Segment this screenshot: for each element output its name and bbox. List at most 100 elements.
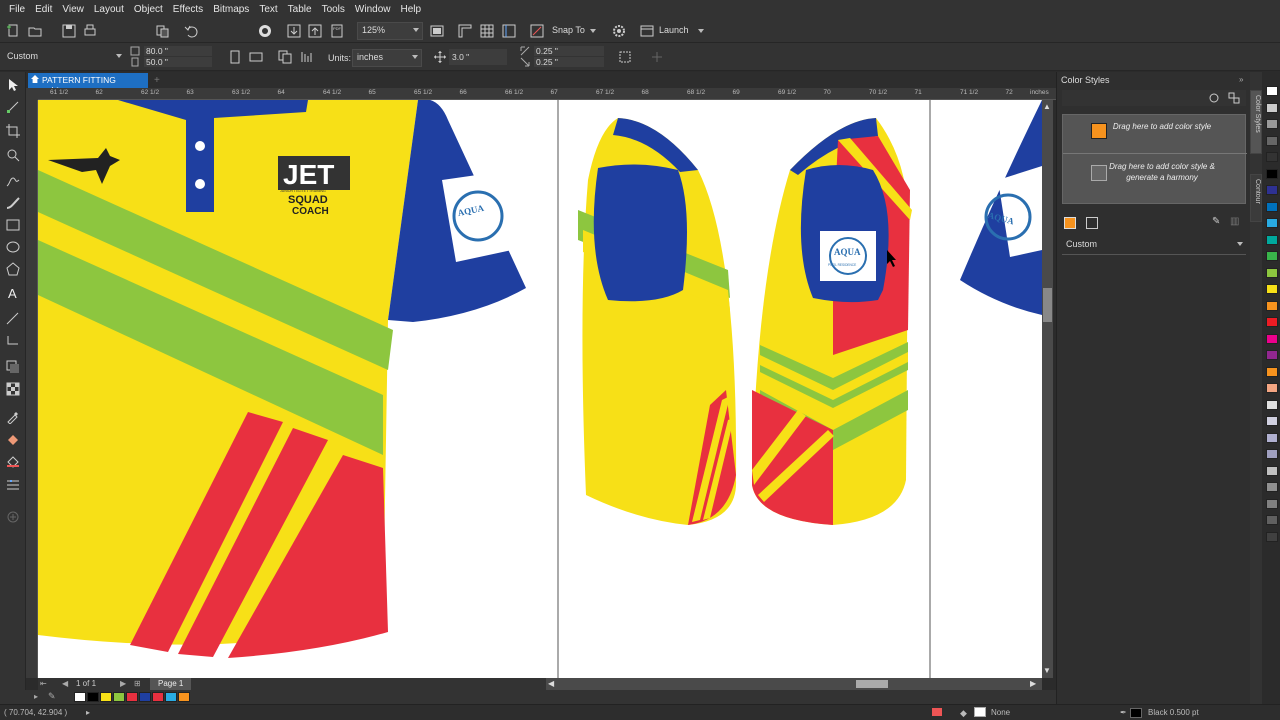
palette-swatch[interactable]	[100, 692, 112, 702]
palette-swatch[interactable]	[1266, 383, 1278, 393]
horizontal-scrollbar[interactable]: ◀ ▶	[546, 678, 1042, 690]
zoom-tool-icon[interactable]	[6, 148, 20, 162]
palette-swatch[interactable]	[1266, 515, 1278, 525]
vertical-scrollbar[interactable]: ▲ ▼	[1042, 100, 1053, 678]
undo-icon[interactable]	[184, 24, 198, 38]
palette-swatch[interactable]	[165, 692, 177, 702]
palette-swatch[interactable]	[1266, 350, 1278, 360]
menu-table[interactable]: Table	[288, 4, 312, 15]
landscape-icon[interactable]	[249, 50, 263, 64]
corel-connect-icon[interactable]	[258, 24, 272, 38]
units-dropdown[interactable]: inches	[352, 49, 422, 67]
menu-layout[interactable]: Layout	[94, 4, 124, 15]
parallel-dimension-icon[interactable]	[6, 312, 20, 326]
ruler-origin[interactable]	[26, 88, 38, 100]
open-icon[interactable]	[28, 24, 42, 38]
show-guidelines-icon[interactable]	[502, 24, 516, 38]
apply-color-icon[interactable]	[1064, 217, 1076, 229]
export-icon[interactable]	[308, 24, 322, 38]
chevron-down-icon[interactable]	[590, 29, 596, 33]
shirt-sleeve-partial[interactable]	[960, 100, 1042, 315]
eyedropper-icon[interactable]: ✎	[48, 691, 56, 702]
palette-swatch[interactable]	[74, 692, 86, 702]
first-page-icon[interactable]: ⇤	[40, 679, 47, 688]
shape-tool-icon[interactable]	[6, 100, 20, 114]
freehand-tool-icon[interactable]	[6, 174, 20, 188]
scroll-up-icon[interactable]: ▲	[1043, 102, 1051, 111]
next-page-icon[interactable]: ▶	[120, 679, 126, 688]
palette-swatch[interactable]	[1266, 432, 1278, 443]
pick-tool-icon[interactable]	[6, 78, 20, 92]
current-page-icon[interactable]	[300, 50, 314, 64]
palette-swatch[interactable]	[1266, 531, 1278, 542]
palette-swatch[interactable]	[1266, 366, 1278, 377]
menu-edit[interactable]: Edit	[35, 4, 52, 15]
artwork[interactable]: JET JUNIOR • ELITE • TRAINING SQUAD COAC…	[38, 100, 1042, 678]
palette-swatch[interactable]	[1266, 449, 1278, 459]
palette-swatch[interactable]	[1266, 465, 1278, 476]
launch-dropdown[interactable]: Launch	[659, 25, 689, 35]
tab-contour[interactable]: Contour	[1250, 174, 1262, 222]
menu-text[interactable]: Text	[259, 4, 277, 15]
page-1-tab[interactable]: Page 1	[150, 678, 192, 690]
interactive-fill-icon[interactable]	[6, 432, 20, 446]
new-document-icon[interactable]	[6, 24, 20, 38]
harmony-rule-dropdown[interactable]: Custom	[1062, 237, 1246, 255]
crop-tool-icon[interactable]	[6, 124, 20, 138]
palette-swatch[interactable]	[1266, 86, 1278, 96]
menu-effects[interactable]: Effects	[173, 4, 203, 15]
document-tab[interactable]: PATTERN FITTING .cdr*	[28, 73, 148, 95]
delete-icon[interactable]: ▥	[1230, 216, 1239, 227]
palette-swatch[interactable]	[1266, 284, 1278, 294]
rectangle-tool-icon[interactable]	[6, 218, 20, 232]
options-gear-icon[interactable]	[612, 24, 626, 38]
palette-swatch[interactable]	[126, 692, 138, 702]
menu-help[interactable]: Help	[401, 4, 422, 15]
add-page-icon[interactable]	[650, 50, 664, 64]
chevron-down-icon[interactable]	[698, 29, 704, 33]
palette-swatch[interactable]	[113, 692, 125, 702]
sleeve-pattern-right[interactable]	[752, 118, 912, 525]
palette-swatch[interactable]	[1266, 102, 1278, 113]
snap-to-dropdown[interactable]: Snap To	[552, 25, 585, 35]
palette-swatch[interactable]	[87, 692, 99, 702]
palette-swatch[interactable]	[1266, 267, 1278, 278]
folder-icon[interactable]	[1086, 217, 1098, 229]
snap-to-icon[interactable]	[530, 24, 544, 38]
page-height-input[interactable]: 50.0 "	[144, 57, 212, 67]
menu-bitmaps[interactable]: Bitmaps	[213, 4, 249, 15]
eyedropper-icon[interactable]: ✎	[1212, 216, 1220, 227]
add-page-icon[interactable]: ⊞	[134, 679, 141, 688]
menu-tools[interactable]: Tools	[322, 4, 345, 15]
artistic-media-icon[interactable]	[6, 196, 20, 210]
new-color-style-icon[interactable]	[1208, 92, 1220, 104]
palette-swatch[interactable]	[1266, 152, 1278, 162]
duplicate-distance-x-input[interactable]: 0.25 "	[534, 46, 604, 56]
text-tool-icon[interactable]: A	[6, 286, 20, 300]
toolbox-settings-icon[interactable]	[6, 478, 20, 492]
add-tab-icon[interactable]: +	[154, 75, 164, 86]
palette-swatch[interactable]	[1266, 234, 1278, 245]
page-width-input[interactable]: 80.0 "	[144, 46, 212, 56]
tab-color-styles[interactable]: Color Styles	[1250, 90, 1262, 154]
all-pages-icon[interactable]	[278, 50, 292, 64]
duplicate-distance-y-input[interactable]: 0.25 "	[534, 57, 604, 67]
palette-swatch[interactable]	[1266, 135, 1278, 146]
palette-swatch[interactable]	[139, 692, 151, 702]
ellipse-tool-icon[interactable]	[6, 240, 20, 254]
show-rulers-icon[interactable]	[458, 24, 472, 38]
menu-view[interactable]: View	[62, 4, 84, 15]
vertical-scroll-thumb[interactable]	[1043, 288, 1052, 322]
vertical-ruler[interactable]	[26, 100, 38, 678]
full-screen-preview-icon[interactable]	[430, 24, 444, 38]
palette-swatch[interactable]	[1266, 317, 1278, 327]
drop-shadow-icon[interactable]	[6, 360, 20, 374]
save-icon[interactable]	[62, 24, 76, 38]
menu-file[interactable]: File	[9, 4, 25, 15]
portrait-icon[interactable]	[228, 50, 242, 64]
drop-color-style-row[interactable]: Drag here to add color style	[1063, 115, 1247, 155]
palette-swatch[interactable]	[1266, 498, 1278, 509]
scroll-left-icon[interactable]: ◀	[548, 679, 554, 688]
menu-object[interactable]: Object	[134, 4, 163, 15]
scroll-down-icon[interactable]: ▼	[1043, 666, 1051, 675]
